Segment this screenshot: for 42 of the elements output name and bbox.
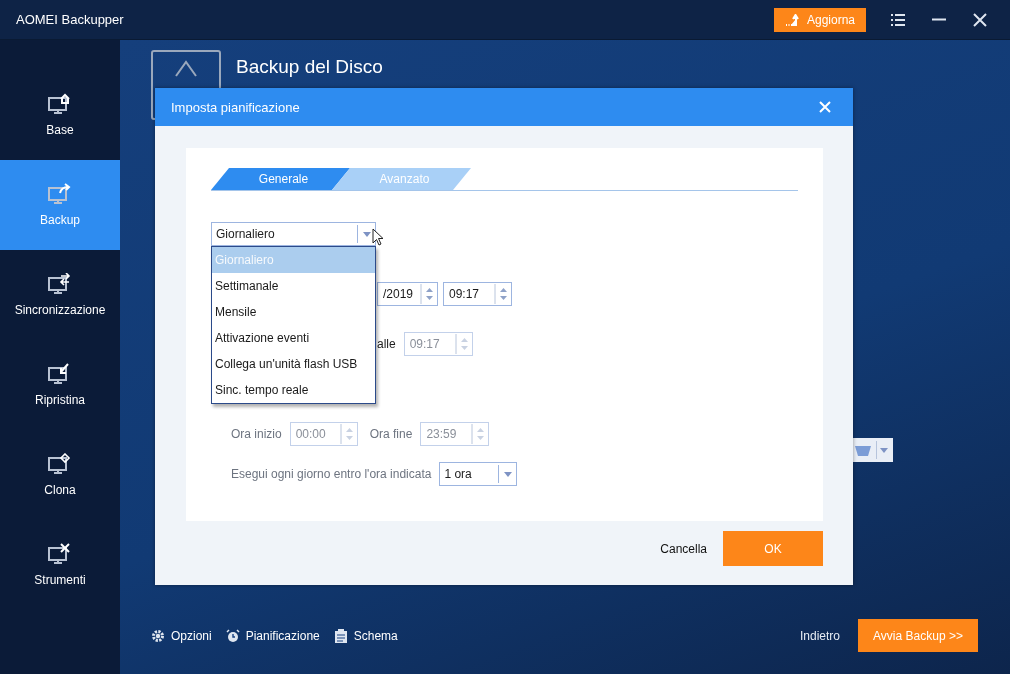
toolbar-link[interactable]: Schema bbox=[333, 628, 398, 643]
back-link[interactable]: Indietro bbox=[799, 628, 840, 643]
toolbar-link[interactable]: Opzioni bbox=[151, 628, 212, 643]
interval-select[interactable]: 1 ora bbox=[439, 462, 518, 486]
sidebar-item[interactable]: Strumenti bbox=[0, 520, 120, 610]
dropdown-option[interactable]: Collega un'unità flash USB bbox=[212, 351, 375, 377]
cursor-icon bbox=[372, 228, 384, 246]
repeat-label: alle bbox=[377, 337, 396, 351]
caret-icon[interactable] bbox=[880, 447, 888, 453]
monitor-house-icon bbox=[48, 93, 72, 115]
folder-icon bbox=[853, 443, 873, 457]
dropdown-option[interactable]: Attivazione eventi bbox=[212, 325, 375, 351]
toolbar-link[interactable]: Pianificazione bbox=[225, 628, 320, 643]
dropdown-option[interactable]: Mensile bbox=[212, 299, 375, 325]
frequency-select[interactable]: Giornaliero bbox=[211, 222, 376, 246]
end-time-label: Ora fine bbox=[369, 427, 413, 441]
caret-icon[interactable] bbox=[503, 471, 512, 477]
app-title: AOMEI Backupper bbox=[16, 12, 125, 27]
caret-icon[interactable] bbox=[362, 231, 371, 237]
date-field[interactable]: /2019 bbox=[377, 282, 438, 306]
sidebar-item[interactable]: Base bbox=[0, 70, 120, 160]
monitor-arrows-icon bbox=[48, 273, 72, 295]
monitor-tools-icon bbox=[48, 543, 72, 565]
alarm-clock-icon bbox=[225, 628, 240, 643]
gear-icon bbox=[151, 628, 165, 643]
dialog-title: Imposta pianificazione bbox=[171, 99, 301, 115]
dropdown-option[interactable]: Sinc. tempo reale bbox=[212, 377, 375, 403]
sidebar-item[interactable]: Clona bbox=[0, 430, 120, 520]
sidebar-item[interactable]: Ripristina bbox=[0, 340, 120, 430]
dropdown-option[interactable]: Settimanale bbox=[212, 273, 375, 299]
monitor-pen-icon bbox=[48, 363, 72, 385]
within-label: Esegui ogni giorno entro l'ora indicata bbox=[231, 467, 432, 481]
clipboard-list-icon bbox=[333, 628, 348, 643]
sidebar-item[interactable]: Sincronizzazione bbox=[0, 250, 120, 340]
start-time-label: Ora inizio bbox=[231, 427, 282, 441]
monitor-arrow-icon bbox=[48, 183, 72, 205]
monitor-diamond-icon bbox=[48, 453, 72, 475]
upload-arrow-icon bbox=[784, 13, 801, 26]
cancel-button[interactable]: Cancella bbox=[660, 541, 707, 556]
folder-dropdown-button[interactable] bbox=[850, 438, 893, 462]
time-field[interactable]: 09:17 bbox=[443, 282, 512, 306]
page-title: Backup del Disco bbox=[236, 56, 383, 79]
